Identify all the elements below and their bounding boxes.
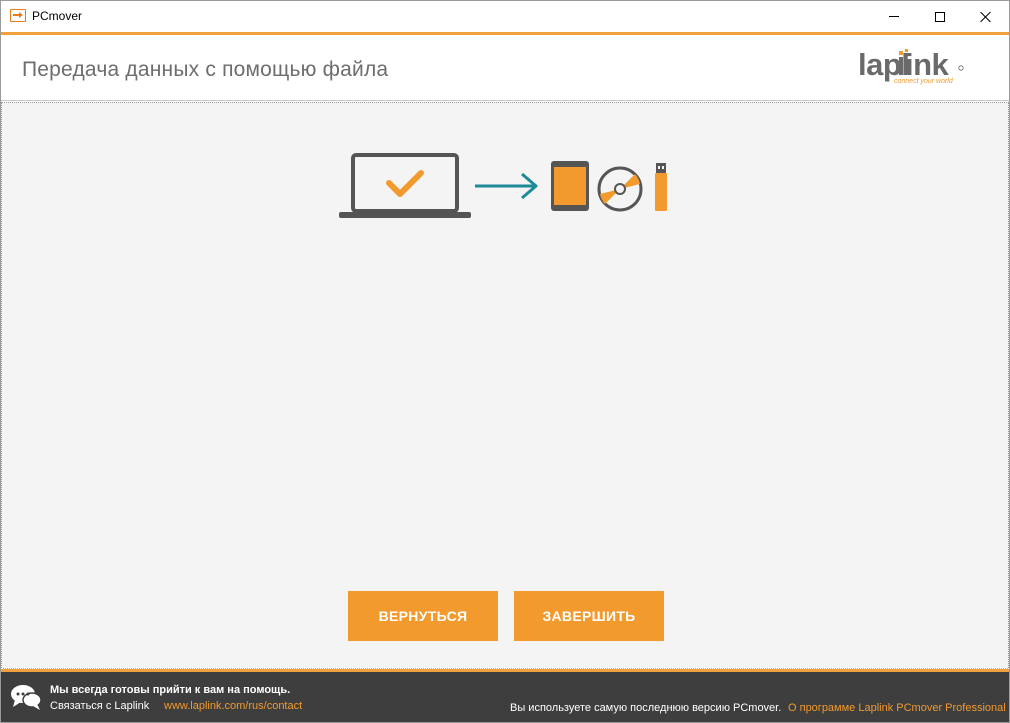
maximize-button[interactable] [917, 1, 963, 32]
finish-button[interactable]: ЗАВЕРШИТЬ [514, 591, 664, 641]
back-button[interactable]: ВЕРНУТЬСЯ [348, 591, 498, 641]
maximize-icon [935, 11, 945, 22]
disc-icon [597, 166, 643, 212]
laplink-logo: lapl ink connect your world [858, 46, 968, 86]
page-title: Передача данных с помощью файла [22, 58, 389, 81]
version-note: Вы используете самую последнюю версию PC… [510, 702, 782, 714]
chat-bubbles-icon [11, 685, 42, 710]
about-link[interactable]: О программе Laplink PCmover Professional [788, 702, 1006, 714]
arrow-right-icon [475, 172, 538, 200]
contact-label: Связаться с Laplink [50, 700, 150, 712]
footer: Мы всегда готовы прийти к вам на помощь.… [1, 672, 1009, 722]
laptop-check-icon [339, 153, 471, 218]
window-title: PCmover [32, 9, 83, 23]
minimize-icon [889, 16, 899, 17]
close-icon [980, 11, 992, 23]
minimize-button[interactable] [871, 1, 917, 32]
title-bar[interactable]: PCmover [1, 1, 1009, 32]
app-window: PCmover Передача данных с помощью файла … [0, 0, 1010, 723]
pcmover-app-icon [10, 9, 26, 22]
tablet-icon [551, 161, 589, 211]
laplink-logo-graphic: lapl ink connect your world [858, 47, 964, 85]
svg-text:ink: ink [905, 47, 950, 82]
main-content: ВЕРНУТЬСЯ ЗАВЕРШИТЬ [1, 102, 1009, 668]
usb-drive-icon [655, 163, 667, 211]
close-button[interactable] [963, 1, 1009, 32]
page-header: Передача данных с помощью файла lapl ink… [1, 35, 1009, 101]
transfer-illustration [339, 153, 667, 218]
logo-tagline: connect your world [894, 78, 954, 85]
contact-link[interactable]: www.laplink.com/rus/contact [164, 700, 302, 712]
help-title: Мы всегда готовы прийти к вам на помощь. [50, 684, 291, 696]
